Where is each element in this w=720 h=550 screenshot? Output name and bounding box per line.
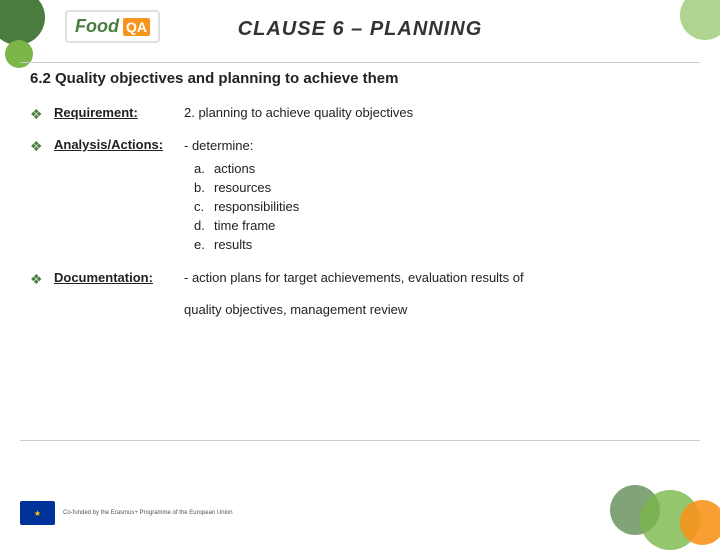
documentation-continuation: quality objectives, management review — [184, 302, 690, 317]
analysis-content-block: - determine: a. actions b. resources c. … — [184, 137, 299, 256]
documentation-content: - action plans for target achievements, … — [184, 270, 690, 285]
sub-letter-b: b. — [194, 180, 214, 195]
eu-flag-icon: ★ — [20, 501, 55, 525]
sub-item-c: c. responsibilities — [194, 199, 299, 214]
bullet-row-requirement: ❖ Requirement: 2. planning to achieve qu… — [30, 105, 690, 123]
sub-letter-e: e. — [194, 237, 214, 252]
header-divider — [20, 62, 700, 63]
main-content: 6.2 Quality objectives and planning to a… — [30, 70, 690, 440]
bullet-row-analysis: ❖ Analysis/Actions: - determine: a. acti… — [30, 137, 690, 256]
sub-letter-d: d. — [194, 218, 214, 233]
bullet-row-documentation: ❖ Documentation: - action plans for targ… — [30, 270, 690, 288]
sub-item-b: b. resources — [194, 180, 299, 195]
sub-item-e: e. results — [194, 237, 299, 252]
sub-letter-c: c. — [194, 199, 214, 214]
deco-bottom-right — [620, 450, 720, 540]
green-circle-small — [5, 40, 33, 68]
bullet-symbol-3: ❖ — [30, 271, 46, 288]
section-heading: 6.2 Quality objectives and planning to a… — [30, 70, 690, 87]
br-circle-3 — [680, 500, 720, 545]
sub-list: a. actions b. resources c. responsibilit… — [194, 161, 299, 252]
footer-divider — [20, 440, 700, 441]
sub-letter-a: a. — [194, 161, 214, 176]
requirement-label: Requirement: — [54, 105, 184, 120]
sub-item-d: d. time frame — [194, 218, 299, 233]
sub-text-e: results — [214, 237, 252, 252]
documentation-label: Documentation: — [54, 270, 184, 285]
sub-text-c: responsibilities — [214, 199, 299, 214]
requirement-content: 2. planning to achieve quality objective… — [184, 105, 690, 120]
eu-funding-text: Co-funded by the Erasmus+ Programme of t… — [63, 509, 233, 517]
footer-logos: ★ Co-funded by the Erasmus+ Programme of… — [20, 501, 233, 525]
bullet-symbol-1: ❖ — [30, 106, 46, 123]
page-title: CLAUSE 6 – PLANNING — [0, 18, 720, 41]
sub-item-a: a. actions — [194, 161, 299, 176]
bullet-symbol-2: ❖ — [30, 138, 46, 155]
analysis-label: Analysis/Actions: — [54, 137, 184, 152]
sub-text-d: time frame — [214, 218, 275, 233]
analysis-content: - determine: — [184, 138, 253, 153]
sub-text-a: actions — [214, 161, 255, 176]
sub-text-b: resources — [214, 180, 271, 195]
